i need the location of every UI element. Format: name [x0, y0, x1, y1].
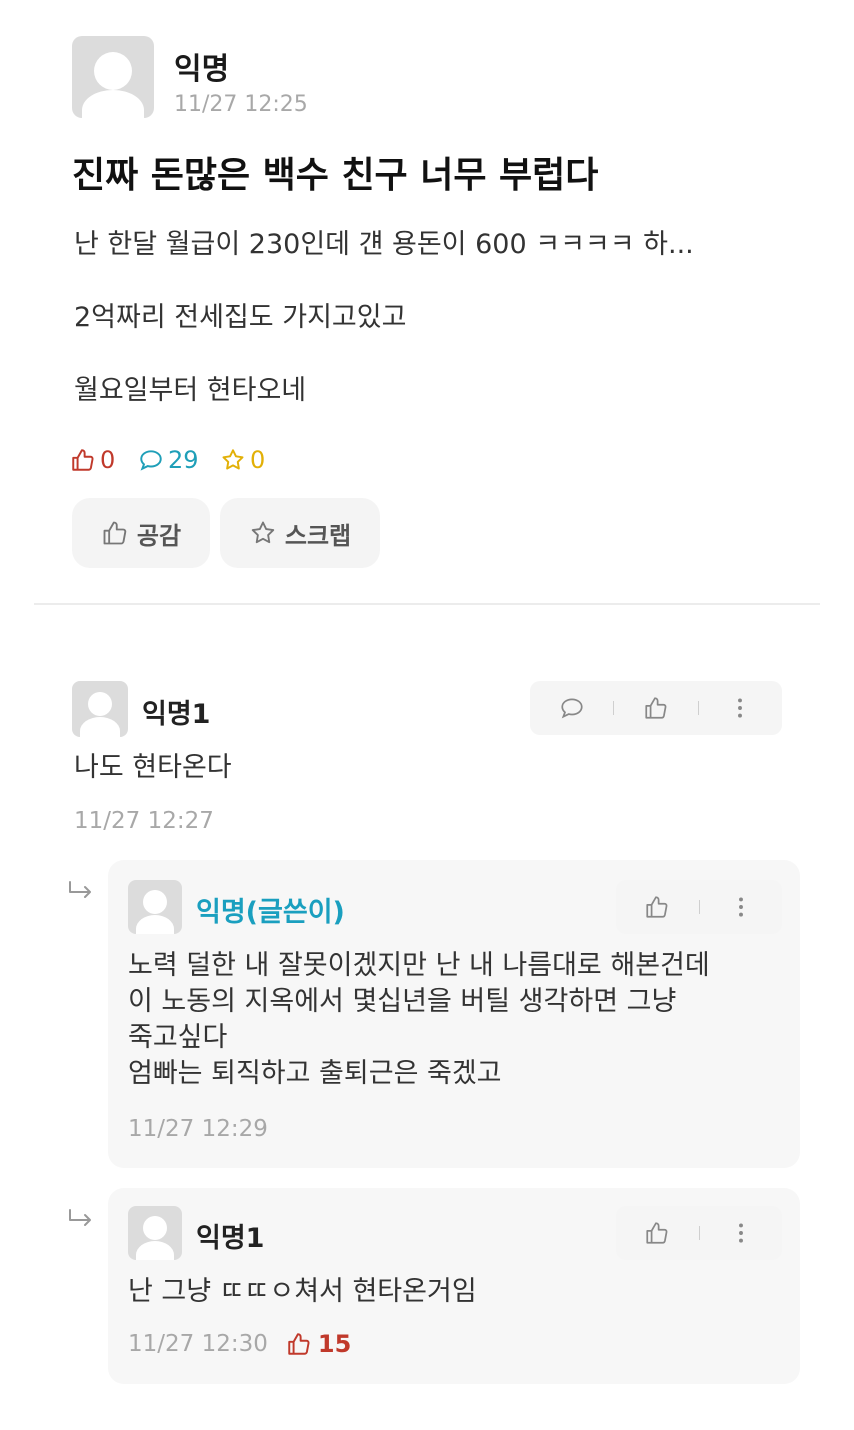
post-body-line: 월요일부터 현타오네 [74, 375, 307, 406]
post-like-stat: 0 [70, 446, 115, 474]
toolbar-divider [697, 701, 699, 715]
reply-author: 익명1 [196, 1223, 265, 1254]
post-body-line: 2억짜리 전세집도 가지고있고 [74, 302, 407, 333]
comment-avatar [72, 681, 128, 737]
reply-avatar [128, 880, 182, 934]
reply-time: 11/27 12:29 [128, 1116, 268, 1142]
reply-box: 익명(글쓴이) 노력 덜한 내 잘못이겠지만 난 내 나름대로 해본건데 이 노… [108, 860, 800, 1168]
speech-bubble-icon [140, 450, 162, 471]
star-icon [222, 449, 244, 470]
reply-box: 익명1 난 그냥 ㄸㄸㅇ쳐서 현타온거임 11/27 12:30 15 [108, 1188, 800, 1384]
thumbs-up-icon[interactable] [644, 894, 670, 920]
post-time: 11/27 12:25 [174, 92, 308, 117]
more-vertical-icon[interactable] [727, 695, 753, 721]
comment-time: 11/27 12:27 [74, 808, 214, 834]
comment-text: 나도 현타온다 [74, 752, 232, 783]
reply-author: 익명(글쓴이) [196, 897, 345, 928]
toolbar-divider [698, 1226, 700, 1240]
like-button[interactable]: 공감 [72, 498, 210, 568]
thumbs-up-icon [288, 1333, 310, 1355]
comment-toolbar [530, 681, 782, 735]
comment-author: 익명1 [142, 699, 211, 730]
reply-time: 11/27 12:30 [128, 1331, 268, 1357]
star-icon [251, 521, 275, 544]
more-vertical-icon[interactable] [728, 1220, 754, 1246]
reply-text-line: 엄빠는 퇴직하고 출퇴근은 죽겠고 [128, 1058, 502, 1089]
reply-text-line: 노력 덜한 내 잘못이겠지만 난 내 나름대로 해본건데 [128, 950, 710, 981]
post-title: 진짜 돈많은 백수 친구 너무 부럽다 [72, 155, 599, 196]
like-button-label: 공감 [136, 521, 182, 550]
thumbs-up-icon[interactable] [644, 1220, 670, 1246]
post-comment-count: 29 [168, 446, 199, 474]
post-like-count: 0 [100, 446, 116, 474]
reply-text: 난 그냥 ㄸㄸㅇ쳐서 현타온거임 [128, 1276, 477, 1307]
scrap-button[interactable]: 스크랩 [220, 498, 380, 568]
post-avatar [72, 36, 154, 118]
speech-bubble-icon[interactable] [559, 695, 585, 721]
thumbs-up-icon [103, 521, 127, 545]
toolbar-divider [613, 701, 615, 715]
reply-like-count: 15 [286, 1330, 351, 1358]
reply-toolbar [616, 1206, 782, 1260]
reply-arrow-icon [69, 1209, 91, 1226]
post-comment-stat: 29 [138, 446, 199, 474]
reply-arrow-icon [69, 881, 91, 898]
post-scrap-stat: 0 [220, 446, 265, 474]
thumbs-up-icon[interactable] [643, 695, 669, 721]
section-divider [34, 603, 820, 605]
reply-text-line: 죽고싶다 [128, 1022, 228, 1053]
reply-like-number: 15 [317, 1330, 352, 1358]
scrap-button-label: 스크랩 [284, 521, 352, 550]
reply-text-line: 이 노동의 지옥에서 몇십년을 버틸 생각하면 그냥 [128, 986, 677, 1017]
thumbs-up-icon [72, 449, 94, 471]
reply-avatar [128, 1206, 182, 1260]
post-scrap-count: 0 [250, 446, 266, 474]
toolbar-divider [698, 900, 700, 914]
post-body-line: 난 한달 월급이 230인데 걘 용돈이 600 ㅋㅋㅋㅋ 하... [74, 229, 694, 260]
post-author: 익명 [174, 52, 230, 87]
reply-toolbar [616, 880, 782, 934]
reply-meta: 11/27 12:30 15 [128, 1330, 351, 1358]
more-vertical-icon[interactable] [728, 894, 754, 920]
